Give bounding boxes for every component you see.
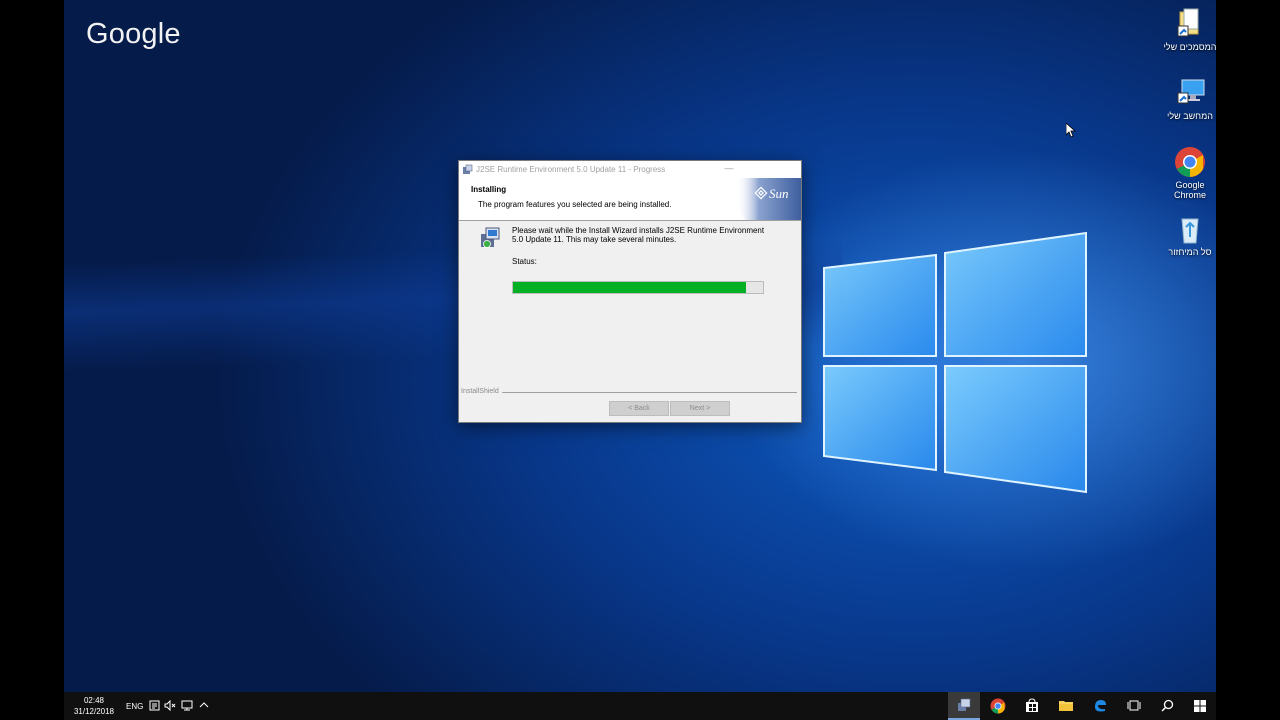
taskbar-file-explorer-button[interactable] — [1050, 692, 1082, 720]
clock-date: 31/12/2018 — [73, 707, 115, 716]
start-button[interactable] — [1184, 692, 1216, 720]
back-button[interactable]: < Back — [609, 401, 669, 416]
next-button[interactable]: Next > — [670, 401, 730, 416]
desktop-icon-documents[interactable]: המסמכים שלי — [1160, 8, 1216, 52]
installshield-label: InstallShield — [461, 388, 502, 395]
installer-banner: Installing The program features you sele… — [459, 178, 801, 221]
title-bar[interactable]: J2SE Runtime Environment 5.0 Update 11 -… — [459, 161, 801, 178]
chrome-icon — [1174, 146, 1206, 178]
chrome-icon — [990, 698, 1006, 714]
google-logo: Google — [86, 18, 181, 50]
desktop-icon-chrome[interactable]: Google Chrome — [1160, 146, 1216, 200]
install-progress-bar — [512, 281, 764, 294]
clock-time: 02:48 — [83, 696, 105, 705]
desktop-icon-recycle-bin[interactable]: סל המיחזור — [1160, 213, 1216, 257]
window-title: J2SE Runtime Environment 5.0 Update 11 -… — [476, 165, 666, 174]
sun-microsystems-logo: Sun — [736, 178, 801, 220]
taskbar-store-button[interactable] — [1016, 692, 1048, 720]
recycle-bin-icon — [1174, 213, 1206, 245]
svg-text:Sun: Sun — [769, 186, 789, 201]
taskbar: 02:48 31/12/2018 ENG — [64, 692, 1216, 720]
file-explorer-icon — [1059, 701, 1073, 711]
step-description: The program features you selected are be… — [478, 200, 672, 209]
taskbar-search-button[interactable] — [1152, 692, 1184, 720]
search-icon — [1161, 699, 1174, 712]
footer-divider — [461, 392, 797, 393]
minimize-button[interactable]: — — [715, 161, 743, 178]
task-view-icon — [1127, 700, 1141, 711]
taskbar-task-view-button[interactable] — [1118, 692, 1150, 720]
taskbar-installer-button[interactable] — [948, 692, 980, 720]
mouse-cursor-icon — [1066, 123, 1076, 137]
documents-folder-icon — [1174, 8, 1206, 40]
store-icon — [1026, 698, 1038, 712]
install-message: Please wait while the Install Wizard ins… — [512, 226, 765, 244]
progress-fill — [513, 282, 746, 293]
computer-icon — [1174, 77, 1206, 109]
installer-window: J2SE Runtime Environment 5.0 Update 11 -… — [458, 160, 802, 423]
installer-icon — [958, 698, 971, 711]
installer-app-icon — [463, 164, 473, 174]
desktop-icon-label: המסמכים שלי — [1163, 42, 1216, 52]
chevron-up-icon[interactable] — [199, 701, 209, 709]
desktop-icon-label: סל המיחזור — [1168, 247, 1212, 257]
taskbar-clock[interactable]: 02:48 31/12/2018 — [72, 695, 116, 717]
volume-muted-icon[interactable] — [164, 700, 176, 711]
taskbar-edge-button[interactable] — [1084, 692, 1116, 720]
network-icon[interactable] — [181, 700, 193, 711]
desktop-icon-this-pc[interactable]: המחשב שלי — [1160, 77, 1216, 121]
start-icon — [1194, 700, 1206, 712]
status-label: Status: — [512, 257, 537, 266]
language-indicator[interactable]: ENG — [126, 702, 143, 711]
action-center-icon[interactable] — [149, 700, 160, 711]
step-heading: Installing — [471, 185, 507, 194]
desktop-icon-label: המחשב שלי — [1167, 111, 1213, 121]
installer-package-icon — [481, 227, 500, 248]
edge-icon — [1095, 700, 1106, 712]
desktop-icon-label: Google Chrome — [1173, 180, 1206, 200]
install-progress-panel: Please wait while the Install Wizard ins… — [459, 221, 801, 391]
taskbar-chrome-button[interactable] — [982, 692, 1014, 720]
